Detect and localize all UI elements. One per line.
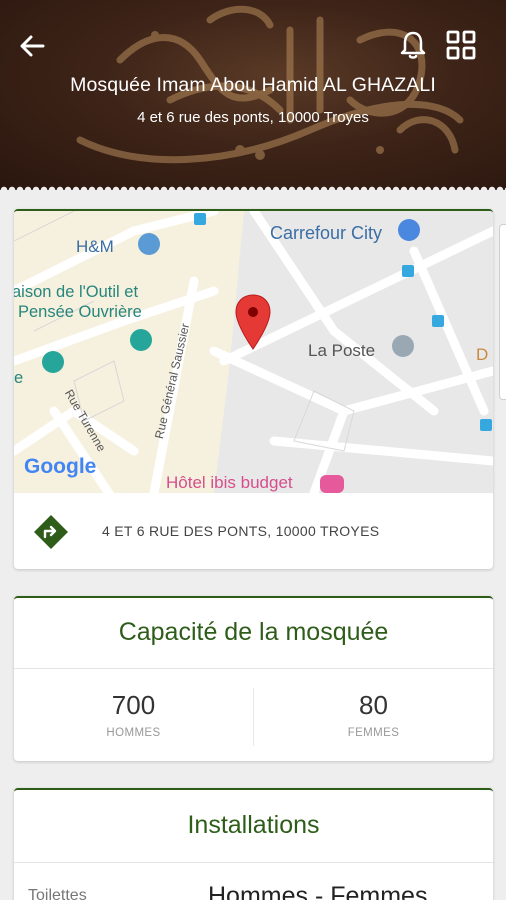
grid-icon[interactable] xyxy=(444,28,478,62)
mosque-address-subtitle: 4 et 6 rue des ponts, 10000 Troyes xyxy=(137,109,369,126)
divider xyxy=(14,668,493,669)
toilets-value: Hommes - Femmes xyxy=(208,882,428,900)
capacity-card: Capacité de la mosquée 700 HOMMES 80 FEM… xyxy=(14,596,493,761)
women-capacity: 80 FEMMES xyxy=(254,690,493,739)
address-text: 4 ET 6 RUE DES PONTS, 10000 TROYES xyxy=(102,523,380,539)
google-logo: Google xyxy=(24,455,97,478)
women-capacity-label: FEMMES xyxy=(347,727,400,739)
arrow-left-icon[interactable] xyxy=(16,30,48,62)
capacity-title: Capacité de la mosquée xyxy=(118,618,389,646)
header-banner: Mosquée Imam Abou Hamid AL GHAZALI 4 et … xyxy=(0,0,506,190)
map-label-carrefour: Carrefour City xyxy=(270,223,383,243)
museum-marker-icon[interactable] xyxy=(42,351,64,373)
bus-stop-icon xyxy=(480,419,492,431)
installations-card: Installations Toilettes Hommes - Femmes xyxy=(14,788,493,900)
men-capacity-label: HOMMES xyxy=(106,727,161,739)
map-card: H&M Carrefour City aison de l'Outil et P… xyxy=(14,209,493,569)
map-label-hm: H&M xyxy=(76,237,114,256)
address-row[interactable]: 4 ET 6 RUE DES PONTS, 10000 TROYES xyxy=(14,493,493,569)
toilets-label: Toilettes xyxy=(28,887,87,900)
map-label-maison-1: aison de l'Outil et xyxy=(14,283,139,301)
map-label-ibis: Hôtel ibis budget xyxy=(166,473,293,492)
hotel-marker-icon[interactable] xyxy=(320,475,344,493)
shop-marker-icon[interactable] xyxy=(398,219,420,241)
installations-title: Installations xyxy=(187,811,320,839)
mosque-name: Mosquée Imam Abou Hamid AL GHAZALI xyxy=(70,74,436,96)
location-pin-icon[interactable] xyxy=(234,293,272,351)
museum-marker-icon[interactable] xyxy=(130,329,152,351)
women-capacity-value: 80 xyxy=(359,690,388,720)
side-tab-handle[interactable] xyxy=(499,224,506,400)
divider xyxy=(14,862,493,863)
men-capacity-value: 700 xyxy=(111,690,156,720)
map-label-maison-2: Pensée Ouvrière xyxy=(18,303,142,321)
map-view[interactable]: H&M Carrefour City aison de l'Outil et P… xyxy=(14,211,493,493)
bus-stop-icon xyxy=(194,213,206,225)
shop-marker-icon[interactable] xyxy=(138,233,160,255)
bus-stop-icon xyxy=(402,265,414,277)
post-office-marker-icon[interactable] xyxy=(392,335,414,357)
men-capacity: 700 HOMMES xyxy=(14,690,253,739)
bus-stop-icon xyxy=(432,315,444,327)
map-label-edge-d: D xyxy=(476,345,489,364)
map-label-edge-e: e xyxy=(14,369,24,387)
bell-icon[interactable] xyxy=(396,28,430,62)
map-label-la-poste: La Poste xyxy=(308,341,376,360)
directions-icon[interactable] xyxy=(32,513,70,551)
scalloped-edge xyxy=(0,182,506,190)
